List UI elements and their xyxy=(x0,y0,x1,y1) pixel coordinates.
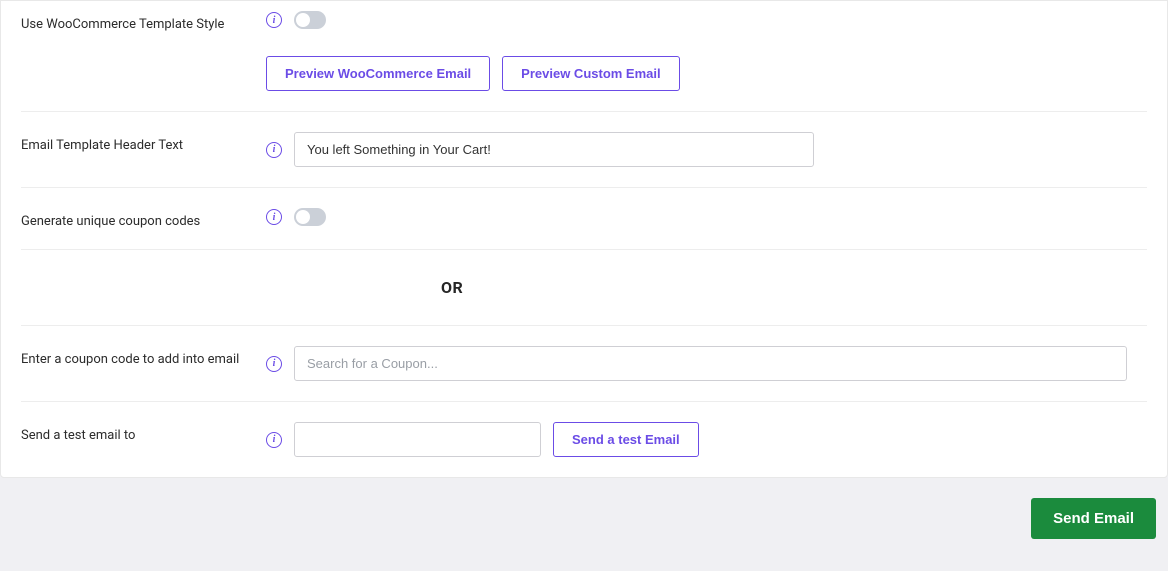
toggle-woocommerce-style[interactable] xyxy=(294,11,326,29)
content-unique-coupon xyxy=(266,208,1147,226)
row-header-text: Email Template Header Text xyxy=(21,112,1147,188)
label-woocommerce-style: Use WooCommerce Template Style xyxy=(21,11,246,32)
info-icon[interactable] xyxy=(266,209,282,225)
content-header-text xyxy=(266,132,1147,167)
info-icon[interactable] xyxy=(266,12,282,28)
row-unique-coupon: Generate unique coupon codes xyxy=(21,188,1147,250)
label-unique-coupon: Generate unique coupon codes xyxy=(21,208,246,229)
preview-woocommerce-button[interactable]: Preview WooCommerce Email xyxy=(266,56,490,91)
row-preview-buttons: Preview WooCommerce Email Preview Custom… xyxy=(21,42,1147,112)
header-text-input[interactable] xyxy=(294,132,814,167)
row-woocommerce-style: Use WooCommerce Template Style xyxy=(21,1,1147,42)
label-test-email: Send a test email to xyxy=(21,422,246,443)
label-header-text: Email Template Header Text xyxy=(21,132,246,153)
content-test-email: Send a test Email xyxy=(266,422,1147,457)
or-text: OR xyxy=(441,250,463,325)
label-coupon-input: Enter a coupon code to add into email xyxy=(21,346,246,367)
or-divider-row: OR xyxy=(21,250,1147,326)
info-icon[interactable] xyxy=(266,356,282,372)
toggle-unique-coupon[interactable] xyxy=(294,208,326,226)
footer-actions: Send Email xyxy=(0,478,1168,547)
content-woocommerce-style xyxy=(266,11,1147,29)
preview-custom-button[interactable]: Preview Custom Email xyxy=(502,56,679,91)
coupon-search-input[interactable] xyxy=(294,346,1127,381)
test-email-input[interactable] xyxy=(294,422,541,457)
content-preview-buttons: Preview WooCommerce Email Preview Custom… xyxy=(266,56,1147,91)
row-test-email: Send a test email to Send a test Email xyxy=(21,402,1147,477)
content-coupon-input xyxy=(266,346,1147,381)
send-email-button[interactable]: Send Email xyxy=(1031,498,1156,539)
info-icon[interactable] xyxy=(266,432,282,448)
settings-panel: Use WooCommerce Template Style Preview W… xyxy=(0,0,1168,478)
info-icon[interactable] xyxy=(266,142,282,158)
label-spacer xyxy=(21,56,246,62)
send-test-button[interactable]: Send a test Email xyxy=(553,422,699,457)
row-coupon-input: Enter a coupon code to add into email xyxy=(21,326,1147,402)
